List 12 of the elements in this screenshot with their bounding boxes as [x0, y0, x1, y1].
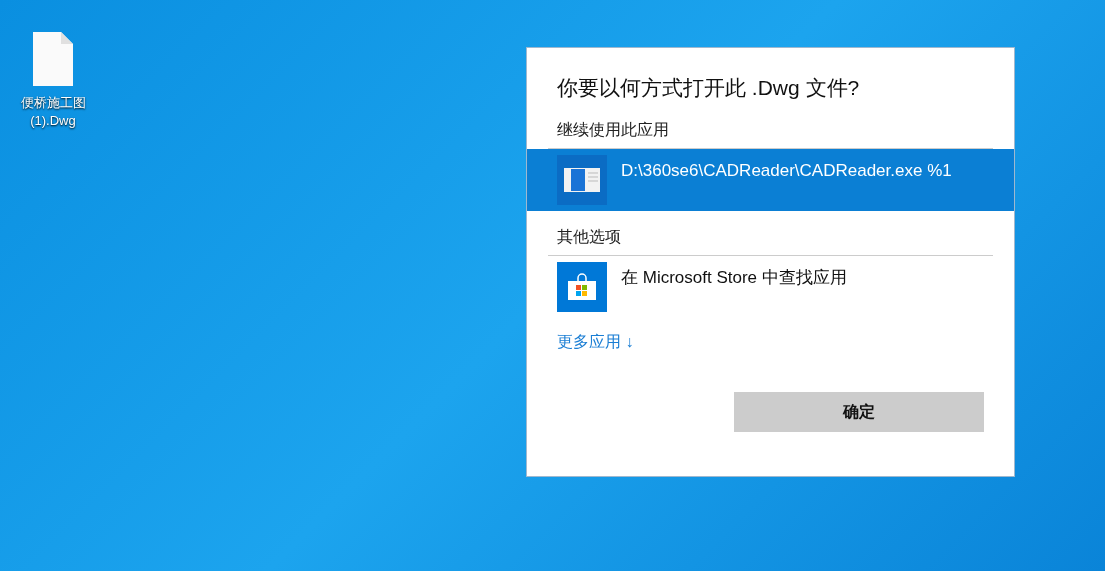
option-label: 在 Microsoft Store 中查找应用: [621, 266, 847, 289]
dialog-title: 你要以何方式打开此 .Dwg 文件?: [557, 75, 861, 101]
more-apps-link[interactable]: 更多应用 ↓: [557, 329, 634, 354]
section-heading: 继续使用此应用: [557, 119, 670, 140]
file-icon[interactable]: [33, 32, 73, 86]
section-heading: 其他选项: [557, 226, 622, 247]
app-window-icon: [557, 154, 607, 205]
store-bag-icon: [557, 261, 607, 312]
ok-button[interactable]: 确定: [734, 391, 984, 432]
file-label[interactable]: 便桥施工图(1).Dwg: [11, 94, 95, 130]
option-label: D:\360se6\CADReader\CADReader.exe %1: [621, 159, 952, 182]
app-option[interactable]: D:\360se6\CADReader\CADReader.exe %1: [527, 148, 1014, 211]
